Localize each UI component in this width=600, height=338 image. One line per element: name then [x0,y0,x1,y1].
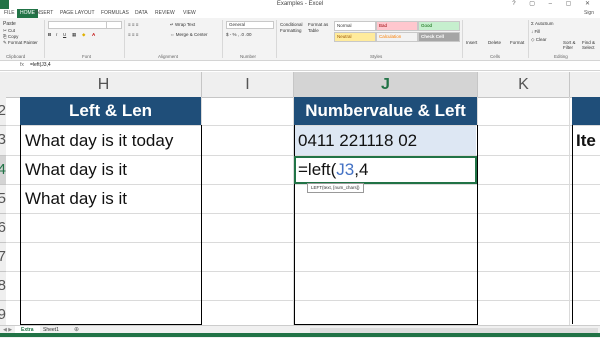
format-as-table-button[interactable]: Format as Table [308,22,332,34]
ribbon-separator [276,20,277,58]
active-cell-border [294,156,477,184]
tab-data[interactable]: DATA [135,9,148,18]
copy-label: Copy [7,34,19,39]
font-color-icon[interactable]: A [92,32,95,37]
group-label-styles: Styles [370,54,383,59]
column-header-k[interactable]: K [478,72,570,98]
underline-button[interactable]: U [63,32,66,37]
group-label-number: Number [240,54,257,59]
window-controls[interactable]: ? ▢ – ▢ ✕ [512,0,596,9]
ribbon-tabs: FILE HOME INSERT PAGE LAYOUT FORMULAS DA… [0,9,600,18]
wrap-text-button[interactable]: ↵ Wrap Text [170,22,195,28]
tab-insert[interactable]: INSERT [35,9,53,18]
ribbon-separator [528,20,529,58]
number-format-select[interactable]: General [226,21,274,29]
cell-h3[interactable]: What day is it today [25,127,173,155]
insert-cells-button[interactable]: Insert [466,40,477,45]
sign-in-link[interactable]: Sign [584,9,594,18]
autosum-button[interactable]: Σ AutoSum [531,21,554,26]
copy-button[interactable]: ⎘ Copy [3,34,18,39]
row-header-7[interactable]: 7 [0,243,6,272]
cell-h2-header[interactable]: Left & Len [20,97,201,125]
function-tooltip[interactable]: LEFT(text, [num_chars]) [307,183,364,193]
merge-label: Merge & Center [175,32,208,37]
style-bad[interactable]: Bad [376,21,418,31]
fx-icon[interactable]: fx [20,61,24,70]
cell-h4[interactable]: What day is it [25,156,127,184]
clear-button[interactable]: ◇ Clear [531,37,546,43]
row-header-8[interactable]: 8 [0,272,6,301]
ribbon-separator [44,20,45,58]
tab-page-layout[interactable]: PAGE LAYOUT [60,9,95,18]
fill-color-icon[interactable]: ◆ [82,32,85,38]
group-label-clipboard: Clipboard [6,54,26,59]
row-header-6[interactable]: 6 [0,214,6,243]
style-calculation[interactable]: Calculation [376,32,418,42]
gridline [569,97,570,325]
paste-button[interactable]: Paste [3,21,16,27]
group-label-font: Font [82,54,92,59]
font-name-select[interactable] [48,21,107,29]
cell-h5[interactable]: What day is it [25,185,127,213]
style-check-cell[interactable]: Check Cell [418,32,460,42]
align-top-icon[interactable]: ≡ ≡ ≡ [128,22,138,27]
table-j-border [294,125,478,325]
formula-bar: fx =left(J3,4 [0,61,600,71]
ribbon-separator [124,20,125,58]
style-normal[interactable]: Normal [334,21,376,31]
conditional-formatting-button[interactable]: Conditional Formatting [280,22,306,34]
row-header-5[interactable]: 5 [0,185,6,214]
align-left-icon[interactable]: ≡ ≡ ≡ [128,32,138,37]
fill-button[interactable]: ↓ Fill [531,29,540,34]
tab-view[interactable]: VIEW [183,9,196,18]
name-box[interactable] [0,62,18,68]
find-select-button[interactable]: Find & Select [582,40,600,50]
group-label-cells: Cells [490,54,501,59]
sort-filter-button[interactable]: Sort & Filter [563,40,579,50]
row-header-2[interactable]: 2 [0,97,6,126]
group-label-alignment: Alignment [158,54,179,59]
group-label-editing: Editing [554,54,568,59]
wrap-text-label: Wrap Text [175,22,196,27]
tab-review[interactable]: REVIEW [155,9,175,18]
borders-icon[interactable]: ▦ [72,32,76,38]
font-size-select[interactable] [106,21,122,29]
format-painter-label: Format Painter [8,40,38,45]
style-neutral[interactable]: Neutral [334,32,376,42]
format-painter-button[interactable]: ✎ Format Painter [3,40,38,46]
ribbon-home: Paste ✂ Cut ⎘ Copy ✎ Format Painter Clip… [0,18,600,61]
add-sheet-icon[interactable]: ⊕ [74,326,79,333]
title-bar: Examples - Excel ? ▢ – ▢ ✕ [0,0,600,9]
cut-label: Cut [8,28,16,33]
status-bar [0,333,600,337]
ribbon-separator [222,20,223,58]
italic-button[interactable]: I [56,32,57,37]
cell-j3[interactable]: 0411 221118 02 [298,127,417,155]
row-header-3[interactable]: 3 [0,126,6,156]
table-h-border [20,125,202,325]
bold-button[interactable]: B [48,32,51,37]
tab-formulas[interactable]: FORMULAS [101,9,129,18]
autosum-label: AutoSum [535,21,554,26]
window-title: Examples - Excel [276,1,324,7]
column-header-j[interactable]: J [294,72,478,99]
tab-file[interactable]: FILE [4,9,15,18]
row-header-4[interactable]: 4 [0,156,6,185]
row-header-9[interactable]: 9 [0,301,6,326]
cell-j2-header[interactable]: Numbervalue & Left [294,97,477,125]
fill-label: Fill [534,29,541,34]
number-format-buttons[interactable]: $ - % , .0 .00 [226,32,252,37]
cell-l2-header[interactable] [572,97,600,125]
column-header-i[interactable]: I [202,72,294,98]
format-cells-button[interactable]: Format [510,40,524,45]
column-header-h[interactable]: H [6,72,202,98]
formula-input[interactable]: =left(J3,4 [30,61,51,70]
cell-l3[interactable]: Ite [576,127,596,155]
clear-label: Clear [535,37,547,42]
ribbon-separator [462,20,463,58]
column-header-l[interactable] [570,72,600,98]
delete-cells-button[interactable]: Delete [488,40,501,45]
merge-center-button[interactable]: ⇔ Merge & Center [170,32,208,37]
style-good[interactable]: Good [418,21,460,31]
